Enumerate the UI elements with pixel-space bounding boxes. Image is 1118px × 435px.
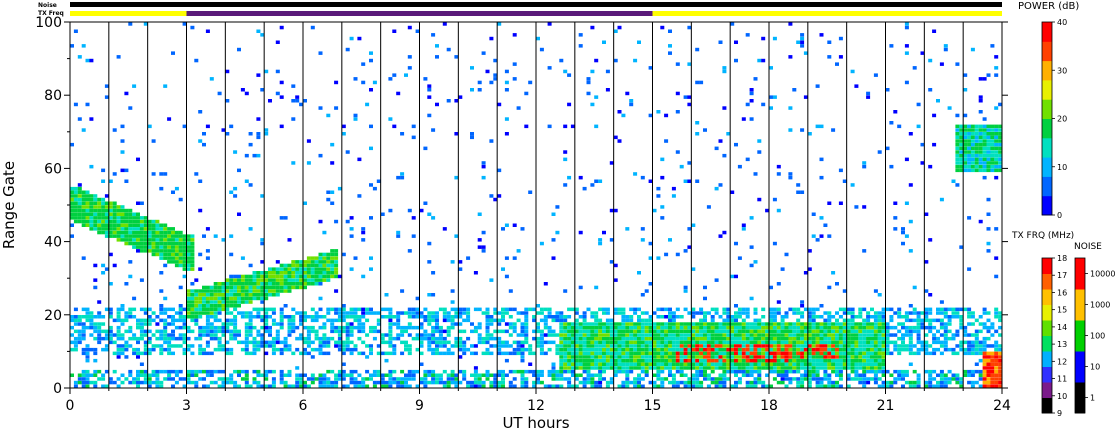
colorbar-swatch [1042, 304, 1052, 321]
colorbar-swatch [1042, 41, 1052, 62]
colorbar-swatch [1042, 320, 1052, 336]
y-tick-label: 20 [44, 308, 62, 324]
colorbar-swatch [1042, 335, 1052, 352]
colorbar-swatch [1075, 382, 1085, 414]
x-tick-label: 6 [299, 398, 308, 414]
colorbar-swatch [1042, 382, 1052, 398]
colorbar-swatch [1042, 79, 1052, 100]
power-colorbar: POWER (dB) 0 10 20 30 40 [1018, 1, 1079, 220]
colorbar-swatch [1075, 289, 1085, 321]
noise-label: Noise [38, 2, 57, 9]
colorbar-swatch [1042, 397, 1052, 414]
x-axis-label: UT hours [502, 414, 569, 432]
x-tick-label: 18 [760, 398, 778, 414]
colorbar-swatch [1042, 60, 1052, 81]
x-tick-label: 0 [66, 398, 75, 414]
colorbar-tick-label: 17 [1057, 271, 1067, 280]
colorbar-tick-label: 9 [1057, 409, 1062, 418]
colorbar-tick-label: 15 [1057, 306, 1067, 315]
colorbar-swatch [1042, 195, 1052, 216]
x-tick-label: 9 [415, 398, 424, 414]
txfrq-colorbar: TX FRQ (MHz) 9 10 11 12 13 14 15 16 17 18 [1011, 231, 1074, 418]
x-tick-label: 21 [877, 398, 895, 414]
colorbar-tick-label: 11 [1057, 375, 1067, 384]
colorbar-tick-label: 10 [1057, 392, 1067, 401]
colorbar-swatch [1075, 351, 1085, 383]
colorbar-tick-label: 1000 [1090, 301, 1110, 310]
txfreq-bar [70, 11, 1002, 16]
colorbar-swatch [1042, 366, 1052, 383]
colorbar-swatch [1075, 320, 1085, 352]
colorbar-swatch [1042, 176, 1052, 197]
colorbar-swatch [1042, 137, 1052, 158]
y-axis-label: Range Gate [0, 161, 18, 249]
y-tick-label: 0 [53, 381, 62, 397]
colorbar-swatch [1042, 258, 1052, 274]
colorbar-tick-label: 10000 [1090, 270, 1115, 279]
txfreq-segment [652, 11, 1002, 16]
txfreq-segment [186, 11, 653, 16]
colorbar-swatch [1075, 258, 1085, 290]
y-tick-label: 80 [44, 88, 62, 104]
colorbar-tick-label: 13 [1057, 340, 1067, 349]
colorbar-tick-label: 20 [1057, 115, 1067, 124]
colorbar-swatch [1042, 118, 1052, 139]
rti-figure: Noise TX Freq 0 3 6 9 12 15 18 21 24 02040608010… [0, 1, 1115, 432]
colorbar-tick-label: 1 [1090, 394, 1095, 403]
colorbar-tick-label: 10 [1057, 163, 1067, 172]
y-tick-label: 60 [44, 161, 62, 177]
colorbar-swatch [1042, 289, 1052, 305]
colorbar-swatch [1042, 22, 1052, 42]
colorbar-tick-label: 40 [1057, 18, 1067, 27]
colorbar-tick-label: 30 [1057, 66, 1067, 75]
colorbar-swatch [1042, 351, 1052, 367]
colorbar-swatch [1042, 157, 1052, 177]
noise-colorbar-title: NOISE [1074, 242, 1102, 252]
x-tick-label: 15 [644, 398, 662, 414]
x-tick-label: 12 [527, 398, 545, 414]
colorbar-tick-label: 18 [1057, 254, 1067, 263]
x-tick-label: 3 [182, 398, 191, 414]
power-colorbar-title: POWER (dB) [1018, 1, 1079, 12]
txfreq-segment [70, 11, 187, 16]
colorbar-tick-label: 0 [1057, 211, 1062, 220]
colorbar-swatch [1042, 99, 1052, 119]
colorbar-tick-label: 12 [1057, 357, 1067, 366]
noise-segment [70, 2, 1002, 7]
colorbar-tick-label: 14 [1057, 323, 1067, 332]
plot-area [69, 21, 1003, 389]
colorbar-tick-label: 100 [1090, 332, 1105, 341]
noise-colorbar: NOISE 1 10 100 1000 10000 [1074, 242, 1115, 414]
noise-bar [70, 2, 1002, 7]
y-tick-label: 100 [35, 15, 62, 31]
colorbar-tick-label: 10 [1090, 363, 1100, 372]
y-tick-label: 40 [44, 235, 62, 251]
txfrq-colorbar-title: TX FRQ (MHz) [1011, 231, 1074, 241]
colorbar-swatch [1042, 273, 1052, 290]
colorbar-tick-label: 16 [1057, 288, 1067, 297]
x-tick-label: 24 [993, 398, 1011, 414]
